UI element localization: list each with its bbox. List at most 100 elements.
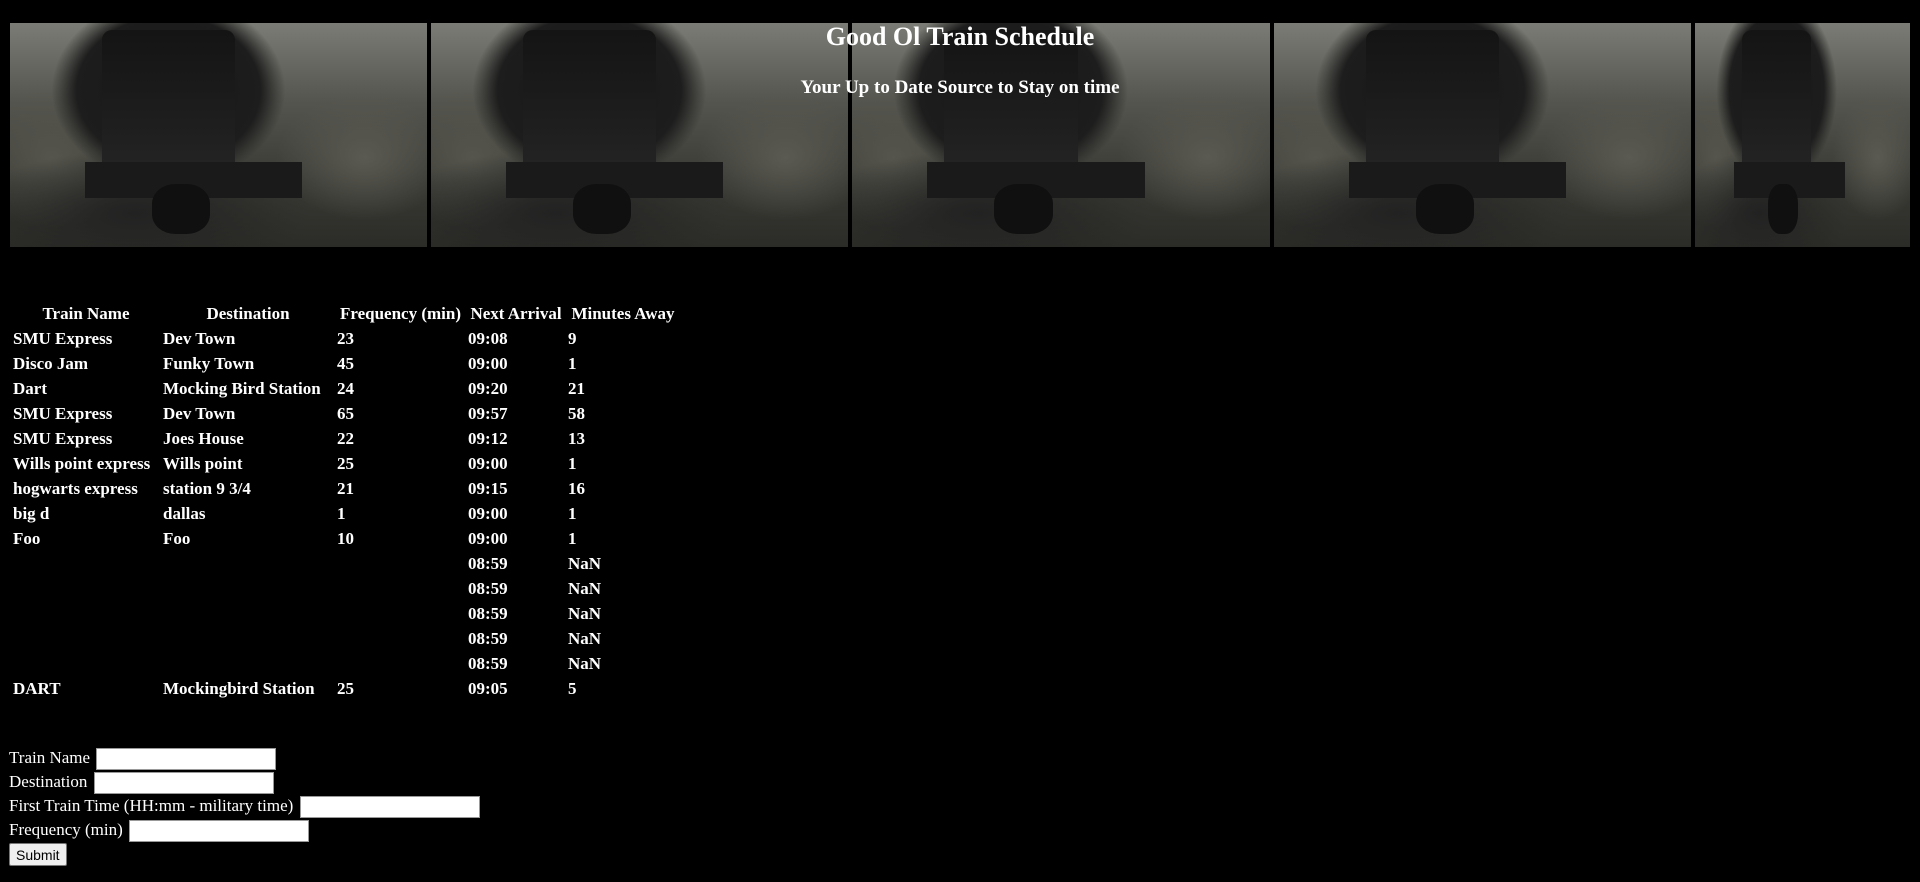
banner-frame-image <box>10 23 427 247</box>
add-train-form: Train Name Destination First Train Time … <box>9 746 480 866</box>
cell-next-arrival: 09:20 <box>468 378 508 398</box>
table-row: DART Mockingbird Station 25 09:05 5 <box>12 678 679 699</box>
train-schedule-table: Train Name Destination Frequency (min) N… <box>10 299 681 703</box>
cell-train-name <box>12 628 160 649</box>
banner-frame-image <box>852 23 1270 247</box>
cell-minutes-away: 58 <box>568 403 585 423</box>
cell-train-name: Disco Jam <box>13 353 89 373</box>
cell-frequency <box>336 653 465 674</box>
cell-next-arrival: 08:59 <box>468 553 508 573</box>
table-row: 08:59 NaN <box>12 578 679 599</box>
page-subtitle: Your Up to Date Source to Stay on time <box>800 77 1120 98</box>
first-train-time-input[interactable] <box>299 796 480 819</box>
cell-minutes-away: 13 <box>568 428 585 448</box>
cell-destination <box>162 653 334 674</box>
cell-train-name: SMU Express <box>13 428 113 448</box>
destination-input[interactable] <box>93 772 274 795</box>
cell-destination: Mockingbird Station <box>163 678 315 698</box>
banner-frame-image <box>1695 23 1910 247</box>
cell-train-name <box>12 603 160 624</box>
table-row: Dart Mocking Bird Station 24 09:20 21 <box>12 378 679 399</box>
column-header-frequency: Frequency (min) <box>339 303 462 323</box>
cell-minutes-away: 9 <box>568 328 577 348</box>
table-row: SMU Express Dev Town 65 09:57 58 <box>12 403 679 424</box>
cell-destination: dallas <box>163 503 206 523</box>
cell-train-name: SMU Express <box>13 403 113 423</box>
cell-next-arrival: 08:59 <box>468 628 508 648</box>
column-header-next-arrival: Next Arrival <box>470 303 562 323</box>
column-header-minutes-away: Minutes Away <box>571 303 675 323</box>
cell-frequency <box>336 553 465 574</box>
cell-minutes-away: 1 <box>568 353 577 373</box>
header-banner <box>10 23 1910 247</box>
table-row: hogwarts express station 9 3/4 21 09:15 16 <box>12 478 679 499</box>
cell-frequency: 21 <box>337 478 354 498</box>
table-row: 08:59 NaN <box>12 553 679 574</box>
cell-minutes-away: 16 <box>568 478 585 498</box>
cell-train-name <box>12 653 160 674</box>
frequency-row: Frequency (min) <box>9 818 480 843</box>
cell-frequency: 25 <box>337 678 354 698</box>
cell-frequency: 22 <box>337 428 354 448</box>
cell-next-arrival: 09:00 <box>468 528 508 548</box>
cell-frequency: 24 <box>337 378 354 398</box>
cell-minutes-away: 1 <box>568 503 577 523</box>
table-row: 08:59 NaN <box>12 603 679 624</box>
cell-frequency: 23 <box>337 328 354 348</box>
cell-destination: Funky Town <box>163 353 255 373</box>
table-row: SMU Express Joes House 22 09:12 13 <box>12 428 679 449</box>
cell-next-arrival: 08:59 <box>468 653 508 673</box>
table-row: Foo Foo 10 09:00 1 <box>12 528 679 549</box>
cell-next-arrival: 09:12 <box>468 428 508 448</box>
cell-destination <box>162 578 334 599</box>
cell-minutes-away: NaN <box>568 553 602 573</box>
page-title: Good Ol Train Schedule <box>825 22 1095 51</box>
cell-minutes-away: 21 <box>568 378 585 398</box>
cell-train-name: Dart <box>13 378 47 398</box>
cell-minutes-away: 5 <box>568 678 577 698</box>
banner-frame-image <box>1274 23 1691 247</box>
cell-destination: Foo <box>163 528 191 548</box>
cell-next-arrival: 08:59 <box>468 578 508 598</box>
cell-next-arrival: 08:59 <box>468 603 508 623</box>
cell-frequency: 65 <box>337 403 354 423</box>
table-row: 08:59 NaN <box>12 628 679 649</box>
table-row: Disco Jam Funky Town 45 09:00 1 <box>12 353 679 374</box>
cell-frequency <box>336 628 465 649</box>
cell-destination: Joes House <box>163 428 244 448</box>
cell-next-arrival: 09:08 <box>468 328 508 348</box>
cell-train-name <box>12 553 160 574</box>
cell-destination <box>162 553 334 574</box>
cell-next-arrival: 09:00 <box>468 453 508 473</box>
banner-frame-image <box>431 23 848 247</box>
cell-destination: Dev Town <box>163 328 236 348</box>
cell-next-arrival: 09:15 <box>468 478 508 498</box>
cell-destination <box>162 628 334 649</box>
table-row: big d dallas 1 09:00 1 <box>12 503 679 524</box>
first-train-time-label: First Train Time (HH:mm - military time) <box>9 796 294 815</box>
cell-destination: station 9 3/4 <box>163 478 251 498</box>
cell-destination <box>162 603 334 624</box>
cell-destination: Wills point <box>163 453 243 473</box>
cell-train-name: big d <box>13 503 50 523</box>
cell-frequency <box>336 578 465 599</box>
cell-minutes-away: NaN <box>568 578 602 598</box>
column-header-destination: Destination <box>206 303 290 323</box>
cell-frequency: 45 <box>337 353 354 373</box>
destination-row: Destination <box>9 770 480 795</box>
destination-label: Destination <box>9 772 88 791</box>
frequency-input[interactable] <box>129 820 310 843</box>
cell-frequency: 10 <box>337 528 354 548</box>
cell-train-name <box>12 578 160 599</box>
cell-minutes-away: NaN <box>568 603 602 623</box>
table-row: 08:59 NaN <box>12 653 679 674</box>
cell-minutes-away: 1 <box>568 528 577 548</box>
cell-minutes-away: 1 <box>568 453 577 473</box>
cell-next-arrival: 09:00 <box>468 353 508 373</box>
cell-train-name: Foo <box>13 528 41 548</box>
train-name-row: Train Name <box>9 746 480 771</box>
train-name-input[interactable] <box>96 748 277 771</box>
table-header-row: Train Name Destination Frequency (min) N… <box>12 303 679 324</box>
cell-minutes-away: NaN <box>568 628 602 648</box>
submit-button[interactable]: Submit <box>9 843 67 866</box>
